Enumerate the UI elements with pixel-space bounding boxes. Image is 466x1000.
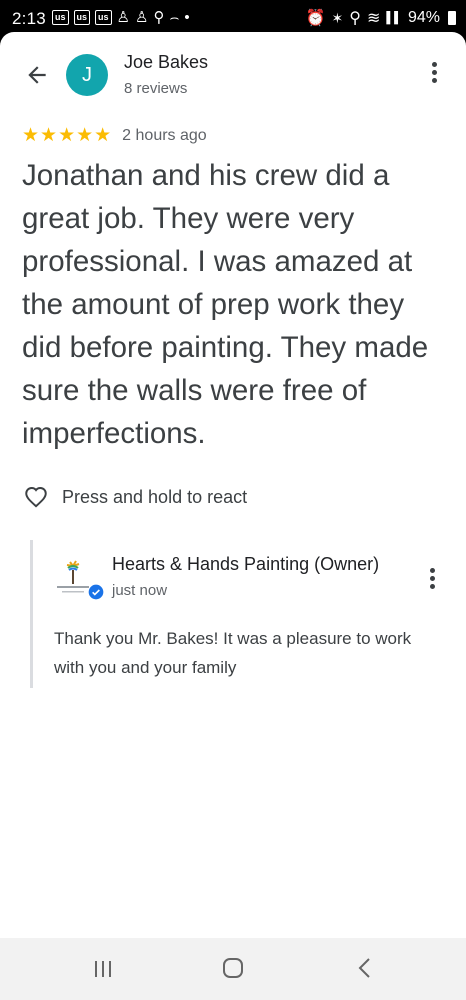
review-header: J Joe Bakes 8 reviews <box>0 32 466 112</box>
recent-apps-icon[interactable] <box>92 958 114 980</box>
business-logo[interactable] <box>54 560 92 600</box>
owner-reply-text: Thank you Mr. Bakes! It was a pleasure t… <box>54 629 412 677</box>
star-rating: ★★★★★ <box>22 125 113 146</box>
battery-icon <box>448 11 456 25</box>
accessibility-icon-2: ♙ <box>135 9 149 26</box>
system-icons: ⏰ ✶ ⚲ ≋ ▌▌ 94% <box>306 8 456 28</box>
reviewer-name[interactable]: Joe Bakes <box>124 52 208 73</box>
nav-back-icon[interactable] <box>354 957 376 979</box>
more-notifications-dot-icon: • <box>184 9 190 26</box>
rating-row: ★★★★★ 2 hours ago <box>22 124 207 147</box>
more-options-icon[interactable] <box>428 62 440 88</box>
owner-name[interactable]: Hearts & Hands Painting (Owner) <box>112 554 379 575</box>
avatar-letter: J <box>82 64 92 86</box>
system-nav-bar <box>0 938 466 1000</box>
review-sheet: J Joe Bakes 8 reviews ★★★★★ 2 hours ago … <box>0 32 466 938</box>
home-icon[interactable] <box>222 957 244 979</box>
review-time: 2 hours ago <box>122 126 207 144</box>
smile-icon: ⌢ <box>169 9 180 26</box>
alarm-icon: ⏰ <box>305 10 326 27</box>
owner-reply: Hearts & Hands Painting (Owner) just now… <box>30 540 442 688</box>
review-text: Jonathan and his crew did a great job. T… <box>22 159 429 450</box>
back-arrow-icon[interactable] <box>24 62 50 88</box>
owner-reply-time: just now <box>112 582 168 599</box>
react-button[interactable]: Press and hold to react <box>22 484 247 510</box>
reviewer-avatar[interactable]: J <box>66 54 108 96</box>
react-label: Press and hold to react <box>62 486 248 507</box>
bluetooth-icon: ✶ <box>331 9 344 26</box>
carrier-badge-2: us <box>73 10 91 25</box>
signal-icon: ▌▌ <box>386 12 402 24</box>
reviewer-review-count: 8 reviews <box>124 80 188 97</box>
owner-reply-more-icon[interactable] <box>426 568 438 594</box>
battery-percent: 94% <box>407 9 440 26</box>
carrier-badge-3: us <box>95 10 112 25</box>
heart-icon <box>25 487 47 508</box>
notification-icons: us us us ♙ ♙ ⚲ ⌢ • <box>52 9 190 26</box>
wifi-icon: ≋ <box>366 10 381 27</box>
reply-indent-bar <box>30 540 33 688</box>
location-pin-icon: ⚲ <box>153 9 165 26</box>
carrier-badge-1: us <box>52 10 69 25</box>
status-time: 2:13 <box>12 9 46 28</box>
location-icon: ⚲ <box>349 10 361 27</box>
status-bar: 2:13 us us us ♙ ♙ ⚲ ⌢ • ⏰ ✶ ⚲ ≋ ▌▌ 94% <box>0 0 466 36</box>
accessibility-icon: ♙ <box>116 9 130 26</box>
verified-badge-icon <box>88 584 104 600</box>
